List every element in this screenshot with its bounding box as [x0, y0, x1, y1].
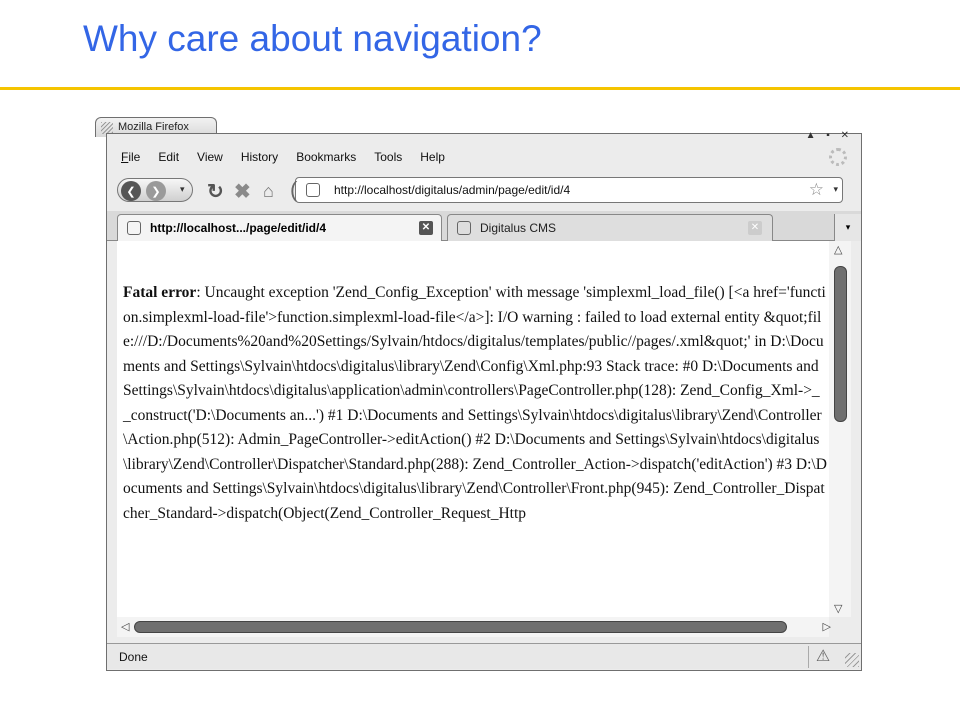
- navigation-toolbar: ❮ ❯ ▾ ↻ ✖ ⌂ ( http://localhost/digitalus…: [117, 177, 853, 205]
- menu-tools[interactable]: Tools: [374, 150, 402, 170]
- back-button[interactable]: ❮: [121, 181, 141, 201]
- history-dropdown-icon[interactable]: ▾: [180, 184, 185, 195]
- menu-tools-label: Tools: [374, 150, 403, 164]
- title-rule: [0, 87, 960, 90]
- tab-close-icon[interactable]: ✕: [748, 221, 762, 235]
- menu-file-label: ile: [128, 150, 141, 164]
- page-content: Fatal error: Uncaught exception 'Zend_Co…: [117, 241, 829, 617]
- window-title: Mozilla Firefox: [118, 121, 189, 133]
- vertical-scroll-thumb[interactable]: [834, 266, 847, 422]
- tab-active[interactable]: http://localhost.../page/edit/id/4 ✕: [117, 214, 442, 242]
- warning-icon[interactable]: ⚠: [808, 646, 837, 668]
- menu-bookmarks-label: Bookmarks: [296, 150, 357, 164]
- identity-bracket: (: [290, 177, 298, 202]
- vertical-scrollbar[interactable]: △ ▽: [829, 241, 851, 617]
- horizontal-scrollbar[interactable]: ◁ ▷: [117, 617, 831, 637]
- tab-strip: http://localhost.../page/edit/id/4 ✕ Dig…: [107, 211, 861, 242]
- tab-label: Digitalus CMS: [480, 221, 557, 235]
- error-message: Fatal error: Uncaught exception 'Zend_Co…: [123, 281, 827, 526]
- forward-button[interactable]: ❯: [146, 181, 166, 201]
- menu-history[interactable]: History: [241, 150, 278, 170]
- stop-icon[interactable]: ✖: [234, 179, 251, 204]
- scroll-down-icon[interactable]: ▽: [834, 602, 842, 615]
- menu-file[interactable]: File: [121, 150, 140, 170]
- tab-page-icon: [127, 221, 141, 235]
- error-label: Fatal error: [123, 284, 197, 301]
- scroll-left-icon[interactable]: ◁: [121, 620, 129, 633]
- back-forward-group: ❮ ❯ ▾: [117, 178, 193, 202]
- scroll-up-icon[interactable]: △: [834, 243, 842, 256]
- menu-view[interactable]: View: [197, 150, 223, 170]
- tab-page-icon: [457, 221, 471, 235]
- resize-grip-icon[interactable]: [845, 653, 859, 667]
- slide-title: Why care about navigation?: [83, 18, 542, 59]
- tab-label: http://localhost.../page/edit/id/4: [150, 221, 327, 235]
- horizontal-scroll-thumb[interactable]: [134, 621, 787, 633]
- url-text[interactable]: http://localhost/digitalus/admin/page/ed…: [334, 183, 570, 197]
- menu-help-label: Help: [420, 150, 445, 164]
- scroll-right-icon[interactable]: ▷: [823, 620, 831, 633]
- browser-window: ▲ ▪ ✕ File Edit View History Bookmarks T…: [106, 130, 862, 671]
- home-icon[interactable]: ⌂: [263, 181, 274, 202]
- menu-view-label: View: [197, 150, 223, 164]
- site-identity-icon[interactable]: [306, 183, 320, 197]
- throbber-icon: [829, 148, 847, 166]
- url-bar[interactable]: ( http://localhost/digitalus/admin/page/…: [290, 177, 843, 203]
- bookmark-star-icon[interactable]: ☆: [809, 180, 824, 200]
- menu-bookmarks[interactable]: Bookmarks: [296, 150, 356, 170]
- reload-icon[interactable]: ↻: [207, 179, 224, 204]
- status-text: Done: [119, 650, 148, 664]
- window-controls[interactable]: ▲ ▪ ✕: [806, 130, 853, 141]
- tab-close-icon[interactable]: ✕: [419, 221, 433, 235]
- tab-list-dropdown-icon[interactable]: ▾: [834, 214, 861, 241]
- menu-bar: File Edit View History Bookmarks Tools H…: [121, 150, 463, 170]
- menu-history-label: History: [240, 150, 279, 164]
- url-dropdown-icon[interactable]: ▾: [833, 184, 838, 195]
- status-bar: Done ⚠: [107, 643, 861, 669]
- menu-help[interactable]: Help: [420, 150, 445, 170]
- error-body: : Uncaught exception 'Zend_Config_Except…: [123, 284, 827, 522]
- menu-edit-label: Edit: [158, 150, 180, 164]
- menu-edit[interactable]: Edit: [158, 150, 179, 170]
- tab-inactive[interactable]: Digitalus CMS ✕: [447, 214, 773, 241]
